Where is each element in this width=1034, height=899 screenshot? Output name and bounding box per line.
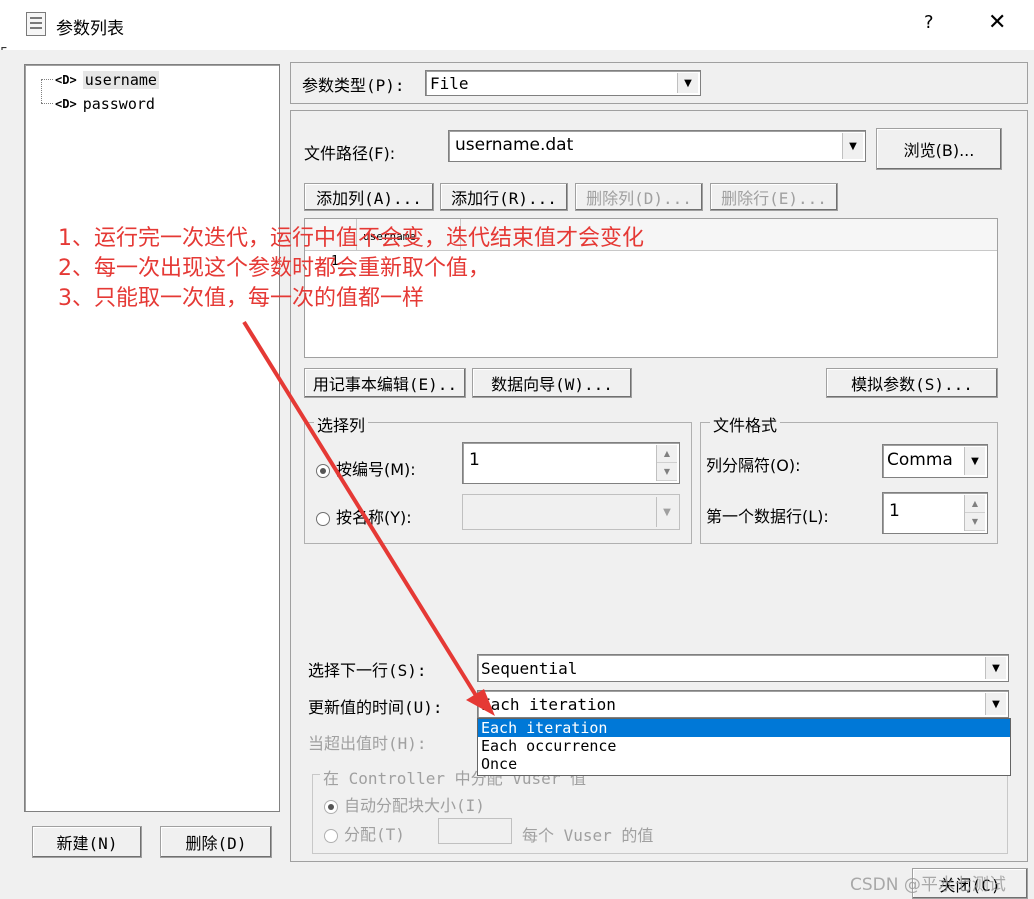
watermark: CSDN @平水七测试: [850, 875, 1006, 895]
parameter-list-dialog: 参数列表 ? ✕ 5 <D> username <D> password 新建(…: [0, 0, 1034, 899]
annotation-arrow: [242, 320, 495, 716]
